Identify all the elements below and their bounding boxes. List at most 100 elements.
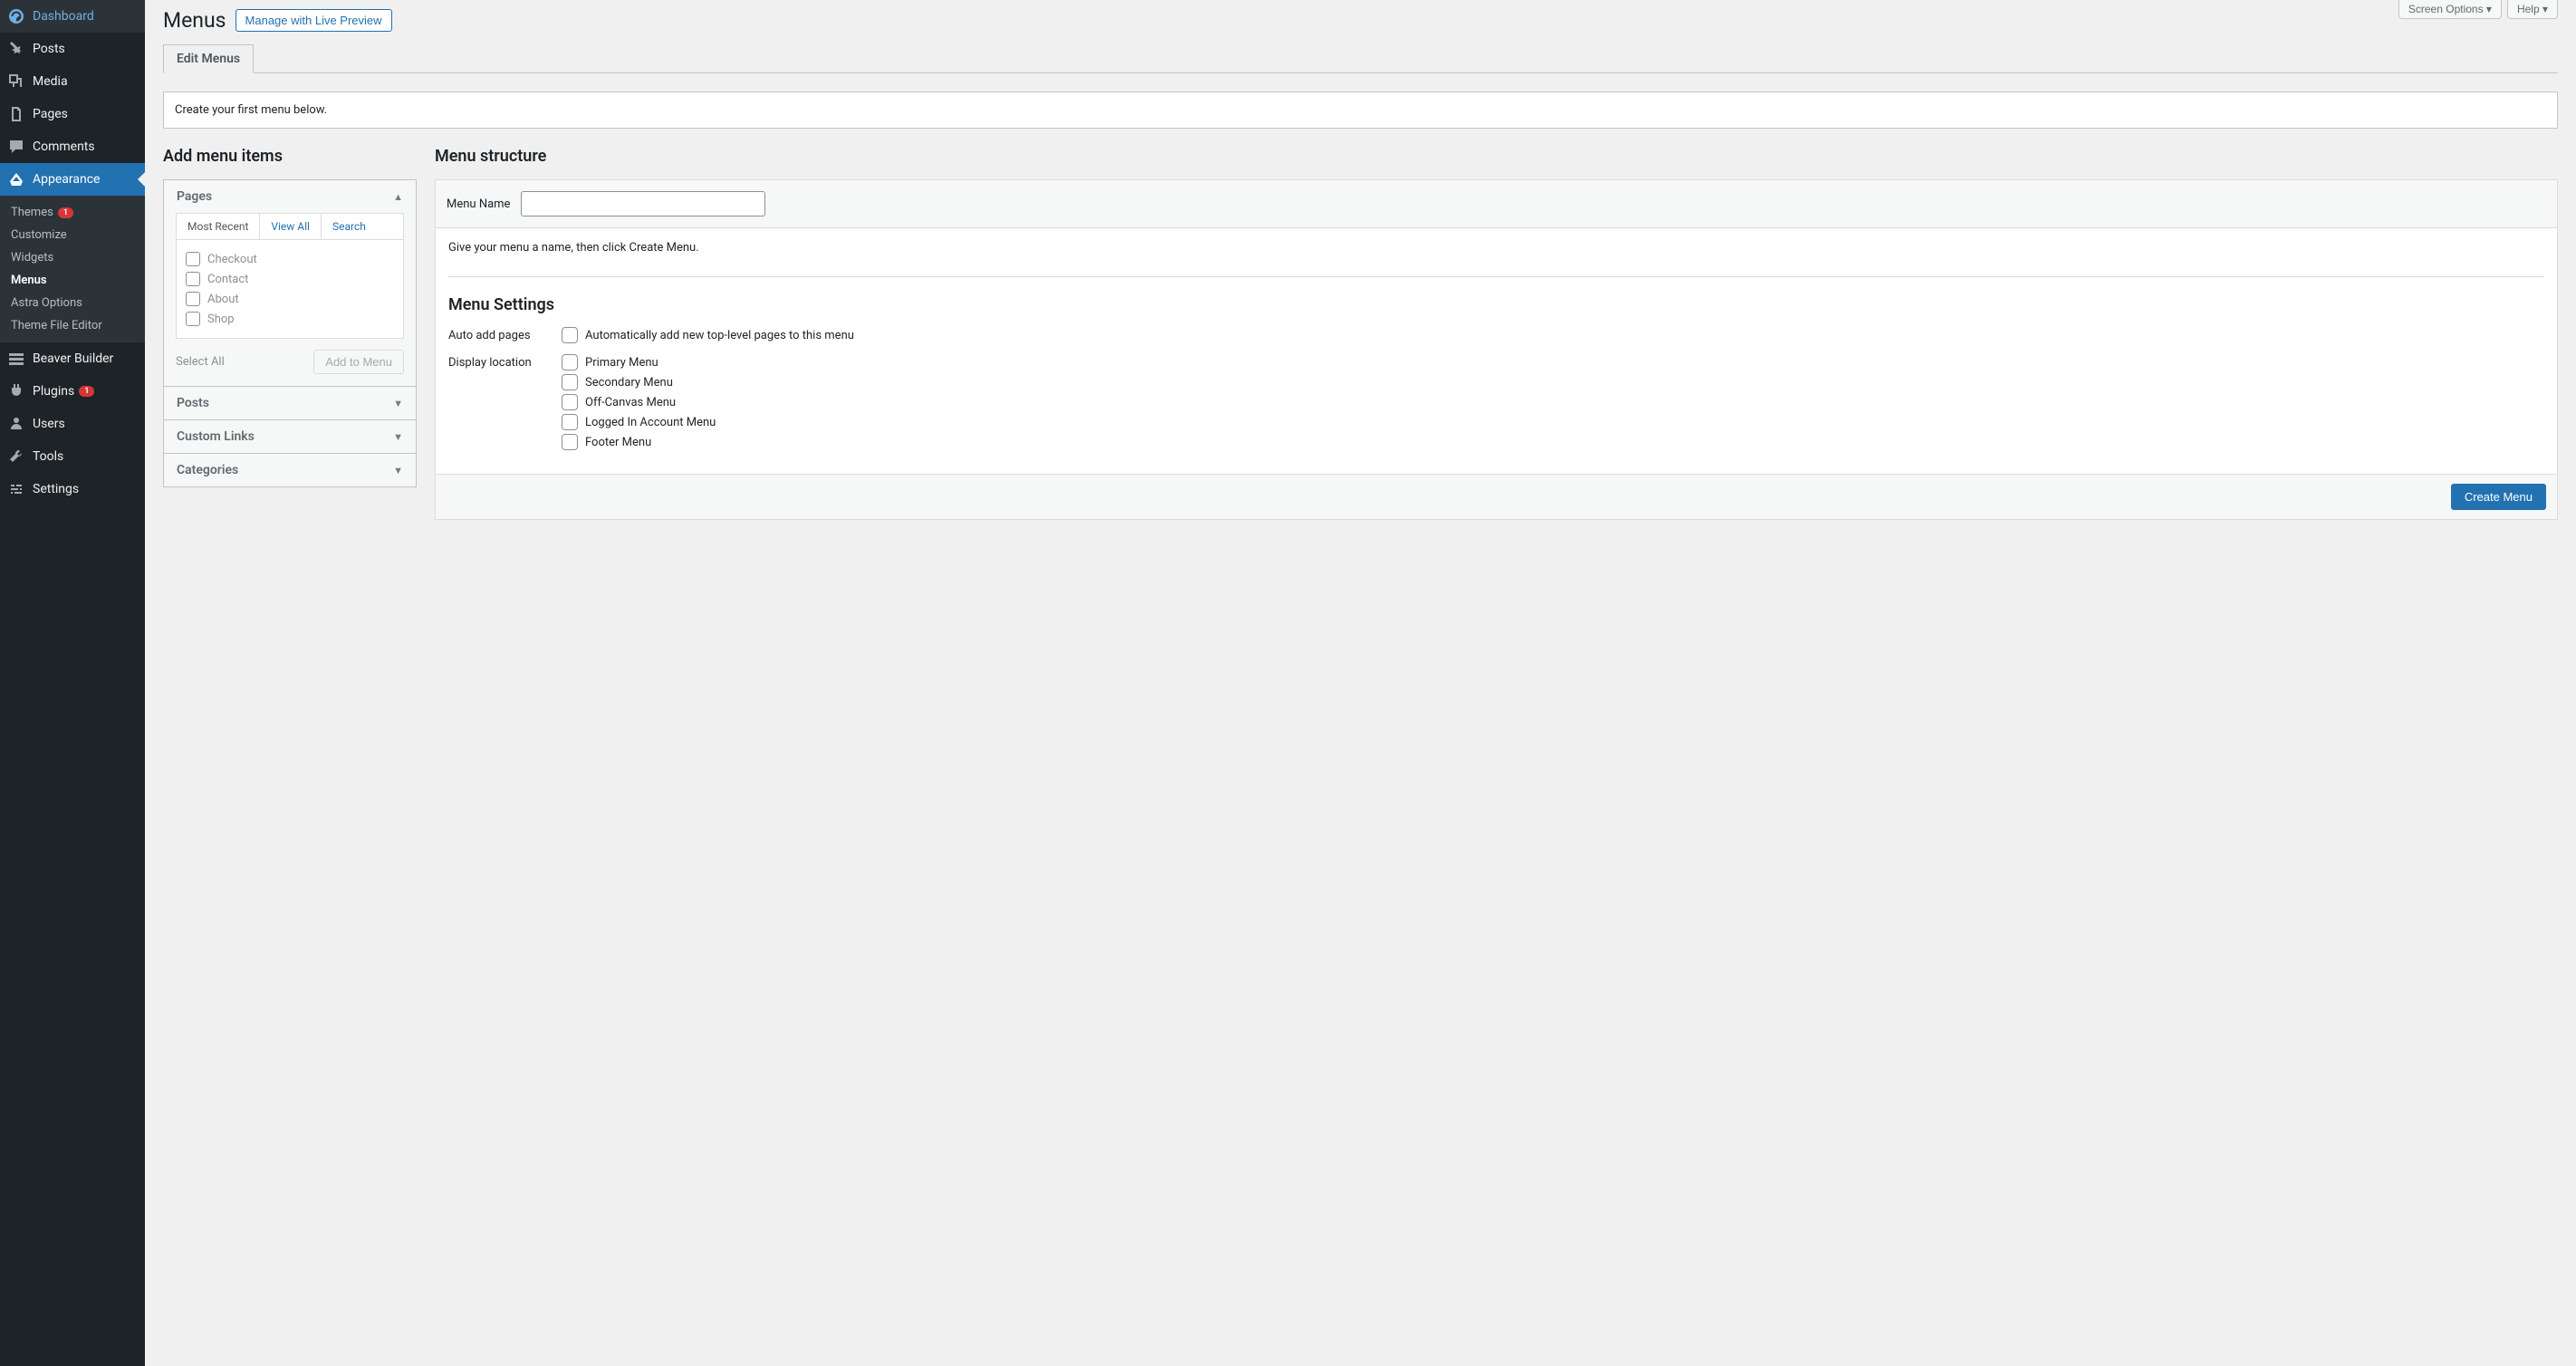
location-offcanvas-checkbox[interactable] <box>562 394 578 410</box>
sidebar-label: Appearance <box>33 172 100 187</box>
submenu-label: Themes <box>11 206 53 219</box>
accordion-section-custom-links: Custom Links ▼ <box>164 420 416 454</box>
sidebar-item-dashboard[interactable]: Dashboard <box>0 0 145 33</box>
tab-edit-menus[interactable]: Edit Menus <box>163 44 254 73</box>
menu-name-label: Menu Name <box>447 197 510 211</box>
page-list: Checkout Contact About <box>176 239 404 339</box>
pin-icon <box>7 40 25 58</box>
column-header: Menu structure <box>435 147 2558 166</box>
sidebar-label: Media <box>33 74 68 89</box>
submenu-item-customize[interactable]: Customize <box>0 224 145 246</box>
checkbox-label: Primary Menu <box>585 356 658 370</box>
submenu-label: Widgets <box>11 251 53 265</box>
page-checkbox-about[interactable] <box>186 292 200 306</box>
sidebar-item-media[interactable]: Media <box>0 65 145 98</box>
page-item: About <box>186 289 394 309</box>
sidebar-item-posts[interactable]: Posts <box>0 33 145 65</box>
location-loggedin-checkbox[interactable] <box>562 414 578 430</box>
sidebar-label: Pages <box>33 107 68 121</box>
checkbox-label: Secondary Menu <box>585 376 673 390</box>
chevron-up-icon: ▲ <box>393 191 403 203</box>
notice: Create your first menu below. <box>163 91 2558 129</box>
setting-row-auto-add: Auto add pages Automatically add new top… <box>448 327 2544 347</box>
tab-most-recent[interactable]: Most Recent <box>177 214 260 239</box>
checkbox-label: Automatically add new top-level pages to… <box>585 329 854 342</box>
accordion-footer: Select All Add to Menu <box>176 339 404 374</box>
sidebar-item-users[interactable]: Users <box>0 408 145 440</box>
menu-structure-column: Menu structure Menu Name Give your menu … <box>435 147 2558 520</box>
sidebar-item-tools[interactable]: Tools <box>0 440 145 473</box>
submenu-item-widgets[interactable]: Widgets <box>0 246 145 269</box>
page-label: Shop <box>207 313 235 326</box>
beaver-icon <box>7 350 25 368</box>
menu-body: Give your menu a name, then click Create… <box>436 228 2557 474</box>
accordion-title-pages[interactable]: Pages ▲ <box>164 180 416 213</box>
submenu-item-editor[interactable]: Theme File Editor <box>0 314 145 337</box>
sidebar-item-appearance[interactable]: Appearance <box>0 163 145 196</box>
menu-name-input[interactable] <box>521 191 765 216</box>
page-item: Contact <box>186 269 394 289</box>
tools-icon <box>7 447 25 466</box>
setting-options: Primary Menu Secondary Menu Off-Canvas M… <box>562 354 2544 454</box>
submenu-item-astra[interactable]: Astra Options <box>0 292 145 314</box>
accordion: Pages ▲ Most Recent View All Search C <box>163 179 417 487</box>
update-badge: 1 <box>79 386 94 397</box>
sidebar-label: Tools <box>33 449 63 464</box>
accordion-section-posts: Posts ▼ <box>164 387 416 420</box>
sidebar-item-comments[interactable]: Comments <box>0 130 145 163</box>
update-badge: 1 <box>58 207 73 218</box>
checkbox-label: Logged In Account Menu <box>585 416 716 429</box>
sidebar-item-plugins[interactable]: Plugins 1 <box>0 375 145 408</box>
checkbox-label: Footer Menu <box>585 436 651 449</box>
tab-view-all[interactable]: View All <box>260 214 322 239</box>
submenu-label: Astra Options <box>11 296 82 310</box>
submenu-label: Customize <box>11 228 67 242</box>
location-footer-checkbox[interactable] <box>562 434 578 450</box>
accordion-title-custom-links[interactable]: Custom Links ▼ <box>164 420 416 453</box>
appearance-submenu: Themes 1 Customize Widgets Menus Astra O… <box>0 196 145 342</box>
appearance-icon <box>7 170 25 188</box>
menu-box: Menu Name Give your menu a name, then cl… <box>435 179 2558 520</box>
menu-header: Menu Name <box>436 180 2557 228</box>
nav-tabs: Edit Menus <box>163 44 2558 73</box>
sidebar-item-pages[interactable]: Pages <box>0 98 145 130</box>
location-secondary-checkbox[interactable] <box>562 374 578 390</box>
create-menu-button[interactable]: Create Menu <box>2451 484 2546 510</box>
tab-search[interactable]: Search <box>322 214 377 239</box>
sidebar-item-settings[interactable]: Settings <box>0 473 145 505</box>
location-primary-checkbox[interactable] <box>562 354 578 370</box>
page-checkbox-contact[interactable] <box>186 272 200 286</box>
sidebar-label: Comments <box>33 139 95 154</box>
sidebar-label: Dashboard <box>33 9 94 24</box>
accordion-section-pages: Pages ▲ Most Recent View All Search C <box>164 180 416 387</box>
page-label: Contact <box>207 273 248 286</box>
sidebar-label: Beaver Builder <box>33 351 113 366</box>
accordion-label: Custom Links <box>177 429 255 444</box>
page-checkbox-checkout[interactable] <box>186 252 200 266</box>
screen-options-button[interactable]: Screen Options ▾ <box>2398 0 2502 19</box>
accordion-title-categories[interactable]: Categories ▼ <box>164 454 416 486</box>
add-menu-items-column: Add menu items Pages ▲ Most Recent View … <box>163 147 417 520</box>
chevron-down-icon: ▼ <box>393 465 403 476</box>
menu-settings-title: Menu Settings <box>448 295 2544 314</box>
accordion-title-posts[interactable]: Posts ▼ <box>164 387 416 419</box>
live-preview-button[interactable]: Manage with Live Preview <box>235 9 392 32</box>
auto-add-checkbox[interactable] <box>562 327 578 343</box>
sidebar-label: Settings <box>33 482 79 496</box>
accordion-label: Categories <box>177 463 238 477</box>
comments-icon <box>7 138 25 156</box>
media-icon <box>7 72 25 91</box>
page-checkbox-shop[interactable] <box>186 312 200 326</box>
menu-instruction: Give your menu a name, then click Create… <box>448 241 2544 277</box>
add-to-menu-button[interactable]: Add to Menu <box>313 350 404 374</box>
top-buttons: Screen Options ▾ Help ▾ <box>2398 0 2558 19</box>
sidebar-item-beaver[interactable]: Beaver Builder <box>0 342 145 375</box>
submenu-item-menus[interactable]: Menus <box>0 269 145 292</box>
select-all-link[interactable]: Select All <box>176 355 225 369</box>
sidebar-label: Posts <box>33 42 65 56</box>
page-label: About <box>207 293 239 306</box>
users-icon <box>7 415 25 433</box>
help-button[interactable]: Help ▾ <box>2507 0 2558 19</box>
submenu-item-themes[interactable]: Themes 1 <box>0 201 145 224</box>
page-label: Checkout <box>207 253 257 266</box>
